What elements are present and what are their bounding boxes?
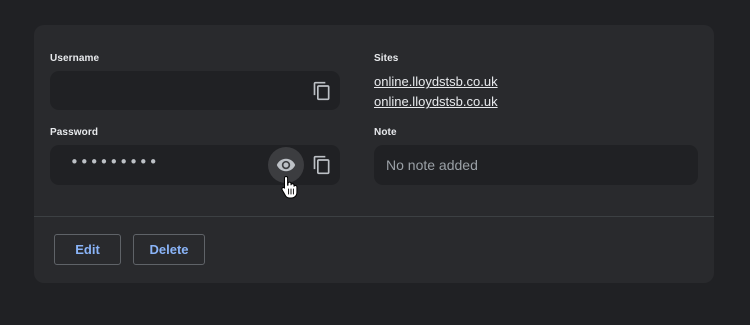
note-placeholder: No note added bbox=[386, 157, 478, 173]
hand-pointer-cursor bbox=[281, 176, 298, 199]
site-link[interactable]: online.lloydstsb.co.uk bbox=[374, 74, 498, 89]
site-link[interactable]: online.lloydstsb.co.uk bbox=[374, 94, 498, 109]
username-field bbox=[50, 71, 340, 110]
note-label: Note bbox=[374, 127, 397, 138]
sites-label: Sites bbox=[374, 53, 399, 64]
eye-icon bbox=[276, 158, 296, 172]
password-details-card: Username Password ••••••••• Sites online… bbox=[34, 25, 714, 283]
copy-icon bbox=[313, 81, 330, 101]
delete-button[interactable]: Delete bbox=[133, 234, 205, 265]
copy-password-button[interactable] bbox=[304, 147, 340, 183]
username-label: Username bbox=[50, 53, 100, 64]
divider bbox=[34, 216, 714, 217]
copy-username-button[interactable] bbox=[304, 73, 340, 109]
password-label: Password bbox=[50, 127, 99, 138]
note-field: No note added bbox=[374, 145, 698, 185]
copy-icon bbox=[313, 155, 330, 175]
edit-button[interactable]: Edit bbox=[54, 234, 121, 265]
password-masked-value: ••••••••• bbox=[70, 153, 159, 171]
